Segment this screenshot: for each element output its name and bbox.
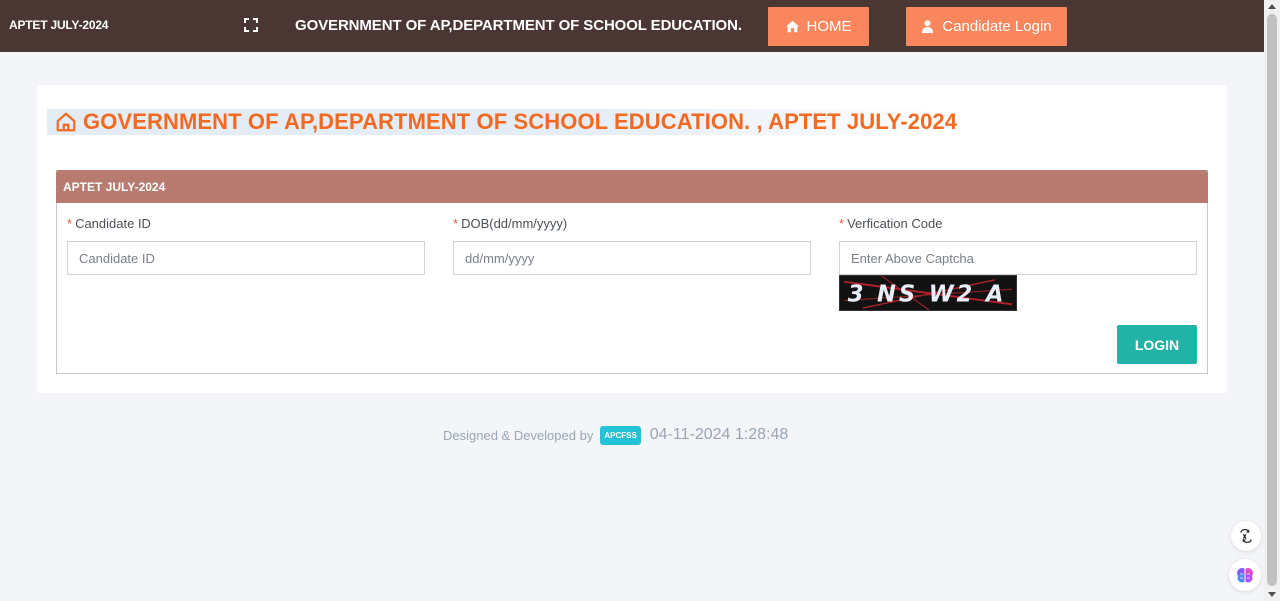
required-mark: * [839, 216, 845, 231]
designed-by-text: Designed & Developed by [443, 427, 594, 443]
brand-name[interactable]: APTET JULY-2024 [9, 18, 108, 32]
page-title-text: GOVERNMENT OF AP,DEPARTMENT OF SCHOOL ED… [83, 109, 958, 134]
timestamp: 04-11-2024 1:28:48 [649, 426, 789, 443]
dob-label: * DOB(dd/mm/yyyy) [453, 216, 568, 231]
scroll-up-arrow-icon[interactable] [1268, 4, 1276, 9]
required-mark: * [453, 216, 459, 231]
apcfss-badge[interactable]: APCFSS [600, 425, 641, 445]
assistant-button[interactable] [1229, 559, 1261, 591]
panel-header: APTET JULY-2024 [56, 170, 1208, 203]
captcha-image: 3 NS W2 A [839, 275, 1017, 311]
required-mark: * [67, 216, 73, 231]
translate-button[interactable] [1231, 521, 1261, 551]
scroll-down-arrow-icon[interactable] [1268, 592, 1276, 597]
house-outline-icon [56, 112, 76, 132]
candidate-id-label: * Candidate ID [67, 216, 151, 231]
login-button[interactable]: LOGIN [1117, 325, 1197, 364]
scrollbar[interactable] [1264, 0, 1280, 601]
home-button-label: HOME [806, 18, 852, 35]
translate-icon [1240, 529, 1252, 543]
candidate-login-button[interactable]: Candidate Login [906, 7, 1067, 46]
brain-icon [1237, 568, 1253, 583]
scroll-thumb[interactable] [1267, 14, 1277, 586]
page-title: GOVERNMENT OF AP,DEPARTMENT OF SCHOOL ED… [47, 109, 958, 135]
footer: Designed & Developed by APCFSS 04-11-202… [443, 424, 788, 446]
captcha-text: 3 NS W2 A [848, 282, 1007, 308]
top-navbar: APTET JULY-2024 GOVERNMENT OF AP,DEPARTM… [0, 0, 1264, 52]
candidate-id-input[interactable] [67, 241, 425, 275]
verification-code-label: * Verfication Code [839, 216, 943, 231]
fullscreen-icon[interactable] [244, 18, 258, 32]
captcha-input[interactable] [839, 241, 1197, 275]
user-icon [922, 20, 934, 33]
candidate-login-label: Candidate Login [942, 18, 1052, 35]
login-card: GOVERNMENT OF AP,DEPARTMENT OF SCHOOL ED… [37, 85, 1227, 393]
dob-input[interactable] [453, 241, 811, 275]
home-icon [785, 20, 799, 33]
home-button[interactable]: HOME [768, 7, 869, 46]
login-panel: APTET JULY-2024 *Candidate ID *DOB(dd/mm… [56, 170, 1208, 374]
nav-title: GOVERNMENT OF AP,DEPARTMENT OF SCHOOL ED… [295, 17, 742, 34]
